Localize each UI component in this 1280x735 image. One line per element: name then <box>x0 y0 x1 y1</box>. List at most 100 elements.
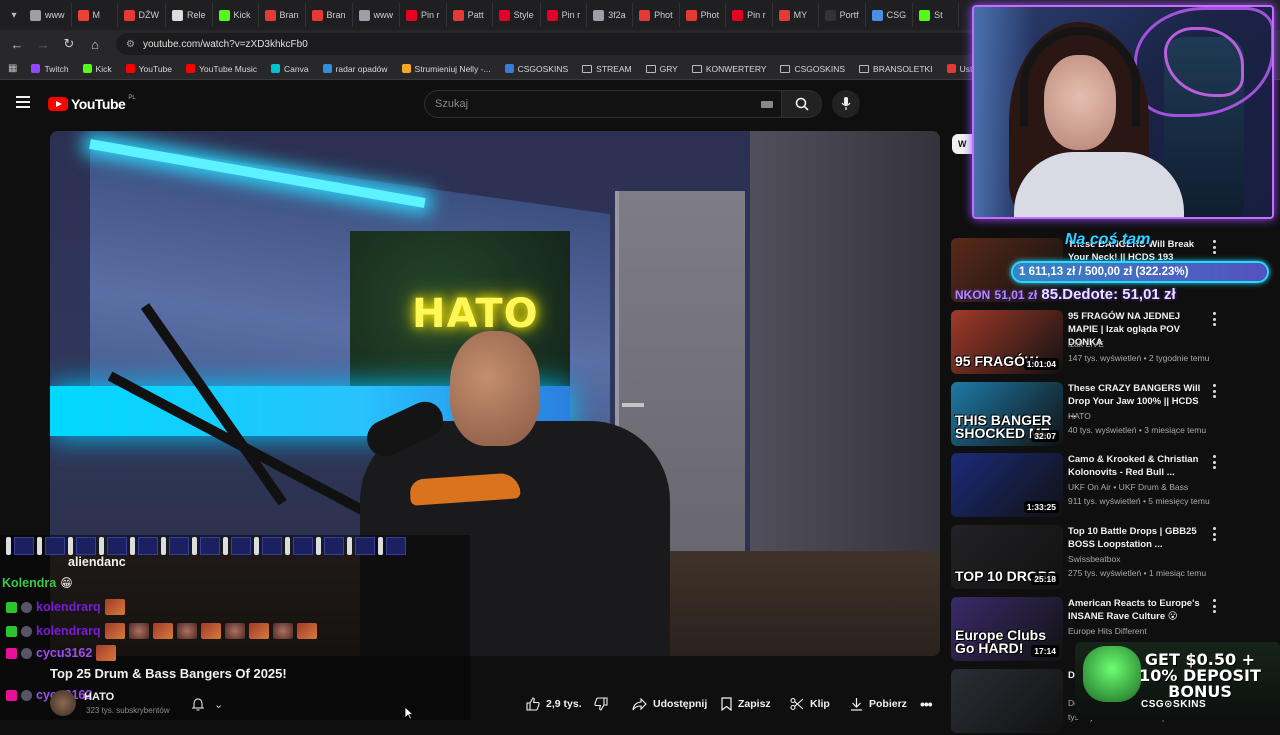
site-info-icon[interactable]: ⚙ <box>126 39 135 50</box>
chat-emote-figure <box>316 537 321 555</box>
tab-label: DŹW <box>138 10 160 20</box>
more-vertical-icon[interactable] <box>1211 599 1217 613</box>
tab-favicon-icon <box>732 9 744 21</box>
video-thumbnail[interactable]: THIS BANGER SHOCKED ME 32:07 <box>951 382 1063 446</box>
heart-badge-icon <box>6 647 17 659</box>
browser-tab[interactable]: Pin r <box>726 3 773 27</box>
recommended-video-title[interactable]: Camo & Krooked & Christian Kolonovits - … <box>1068 453 1208 479</box>
recommended-video[interactable]: 1:33:25 Camo & Krooked & Christian Kolono… <box>951 453 1271 519</box>
video-thumbnail[interactable]: 1:33:25 <box>951 453 1063 517</box>
browser-tab[interactable]: www <box>353 3 401 27</box>
browser-tab[interactable]: CSG <box>866 3 914 27</box>
recommended-video-title[interactable]: Top 10 Battle Drops | GBB25 BOSS Loopsta… <box>1068 525 1208 551</box>
save-button[interactable]: Zapisz <box>721 692 771 716</box>
scissors-icon <box>790 697 804 711</box>
youtube-logo[interactable]: YouTube PL <box>48 95 136 112</box>
chat-username: kolendrarq <box>36 624 101 638</box>
browser-tab[interactable]: Pin r <box>400 3 447 27</box>
video-thumbnail[interactable]: Europe Clubs Go HARD! 17:14 <box>951 597 1063 661</box>
filter-chip[interactable]: W <box>952 134 974 154</box>
bookmark-item[interactable]: Kick <box>82 64 112 74</box>
search-button[interactable] <box>782 90 822 118</box>
recommended-video-channel[interactable]: izak LIVE <box>1068 339 1104 349</box>
browser-tab[interactable]: Rele <box>166 3 213 27</box>
browser-tab[interactable]: MY <box>773 3 819 27</box>
chat-emote-figure <box>285 537 290 555</box>
notification-button[interactable]: ⌄ <box>192 694 236 714</box>
browser-tab[interactable]: Phot <box>680 3 727 27</box>
share-button[interactable]: Udostępnij <box>632 692 707 716</box>
video-thumbnail[interactable]: TOP 10 DROPS 25:18 <box>951 525 1063 589</box>
browser-tab[interactable]: Bran <box>306 3 353 27</box>
bookmark-label: YouTube Music <box>199 63 257 74</box>
apps-grid-icon[interactable]: ▦ <box>8 63 17 74</box>
address-bar[interactable]: ⚙ youtube.com/watch?v=zXD3khkcFb0 <box>116 33 976 55</box>
back-icon[interactable]: ← <box>6 33 28 55</box>
recommended-video[interactable]: THIS BANGER SHOCKED ME 32:07 These CRAZY B… <box>951 382 1271 448</box>
download-button[interactable]: Pobierz <box>850 692 907 716</box>
like-count: 2,9 tys. <box>546 698 582 710</box>
bookmark-favicon-icon <box>322 64 332 73</box>
thumbs-up-icon <box>526 697 540 711</box>
channel-avatar[interactable] <box>50 690 76 716</box>
bookmark-folder[interactable]: GRY <box>645 64 678 74</box>
tab-label: CSG <box>886 10 907 20</box>
recommended-video[interactable]: TOP 10 DROPS 25:18 Top 10 Battle Drops | G… <box>951 525 1271 591</box>
browser-tab[interactable]: Style <box>493 3 541 27</box>
bookmark-item[interactable]: Canva <box>270 64 309 74</box>
bookmark-item[interactable]: Twitch <box>31 64 69 74</box>
clip-label: Klip <box>810 698 830 710</box>
video-thumbnail[interactable]: 95 FRAGÓW 1:01:04 <box>951 310 1063 374</box>
tab-search-icon[interactable]: ▾ <box>4 5 24 25</box>
dislike-button[interactable] <box>594 692 608 716</box>
browser-tab[interactable]: DŹW <box>118 3 166 27</box>
home-icon[interactable]: ⌂ <box>84 33 106 55</box>
browser-tab[interactable]: www <box>24 3 72 27</box>
bookmark-folder[interactable]: KONWERTERY <box>691 63 767 74</box>
chat-emote <box>293 537 313 555</box>
bookmark-folder[interactable]: CSGOSKINS <box>780 64 845 74</box>
browser-tab[interactable]: M <box>72 3 118 27</box>
browser-tab[interactable]: Kick <box>213 3 259 27</box>
bookmark-icon <box>721 697 732 711</box>
menu-icon[interactable] <box>16 96 30 110</box>
more-vertical-icon[interactable] <box>1211 312 1217 326</box>
browser-tab[interactable]: Portf <box>819 3 866 27</box>
keyboard-icon[interactable] <box>761 101 773 108</box>
browser-tab[interactable]: Patt <box>447 3 493 27</box>
reload-icon[interactable]: ↻ <box>58 33 80 55</box>
bookmark-item[interactable]: Strumieniuj Nelly -... <box>401 64 491 74</box>
tab-favicon-icon <box>172 9 183 21</box>
bookmark-label: KONWERTERY <box>705 63 767 74</box>
browser-tab[interactable]: Bran <box>259 3 306 27</box>
bookmark-item[interactable]: YouTube <box>125 64 172 74</box>
bookmark-folder[interactable]: BRANSOLETKI <box>859 64 933 74</box>
bookmark-item[interactable]: CSGOSKINS <box>504 64 568 74</box>
clip-button[interactable]: Klip <box>790 692 830 716</box>
bookmark-item[interactable]: radar opadów <box>322 64 388 74</box>
browser-tab[interactable]: Phot <box>633 3 680 27</box>
chat-emote-figure <box>223 537 228 555</box>
recommended-video[interactable]: 95 FRAGÓW 1:01:04 95 FRAGÓW NA JEDNEJ MAPI… <box>951 310 1271 376</box>
recommended-video-channel[interactable]: Swissbeatbox <box>1068 554 1120 564</box>
voice-search-button[interactable] <box>832 90 860 118</box>
bookmark-folder[interactable]: STREAM <box>582 64 632 74</box>
like-button[interactable]: 2,9 tys. <box>526 692 582 716</box>
more-vertical-icon[interactable] <box>1211 384 1217 398</box>
recommended-video-channel[interactable]: UKF On Air • UKF Drum & Bass <box>1068 482 1188 492</box>
bookmark-item[interactable]: YouTube Music <box>186 64 257 74</box>
recommended-video-title[interactable]: American Reacts to Europe's INSANE Rave … <box>1068 597 1208 623</box>
more-vertical-icon[interactable] <box>1211 455 1217 469</box>
forward-icon[interactable]: → <box>32 33 54 55</box>
browser-tab[interactable]: 3f2a <box>587 3 634 27</box>
channel-name[interactable]: HATO <box>84 691 114 703</box>
search-input[interactable]: Szukaj <box>424 90 782 118</box>
tab-label: www <box>45 10 65 20</box>
recommended-video-channel[interactable]: HATO <box>1068 411 1091 421</box>
video-thumbnail[interactable] <box>951 669 1063 733</box>
recommended-video-channel[interactable]: Europe Hits Different <box>1068 626 1147 636</box>
more-vertical-icon[interactable] <box>1211 527 1217 541</box>
more-actions-button[interactable]: ••• <box>920 692 933 716</box>
browser-tab[interactable]: Pin r <box>541 3 588 27</box>
browser-tab[interactable]: St <box>913 3 960 27</box>
